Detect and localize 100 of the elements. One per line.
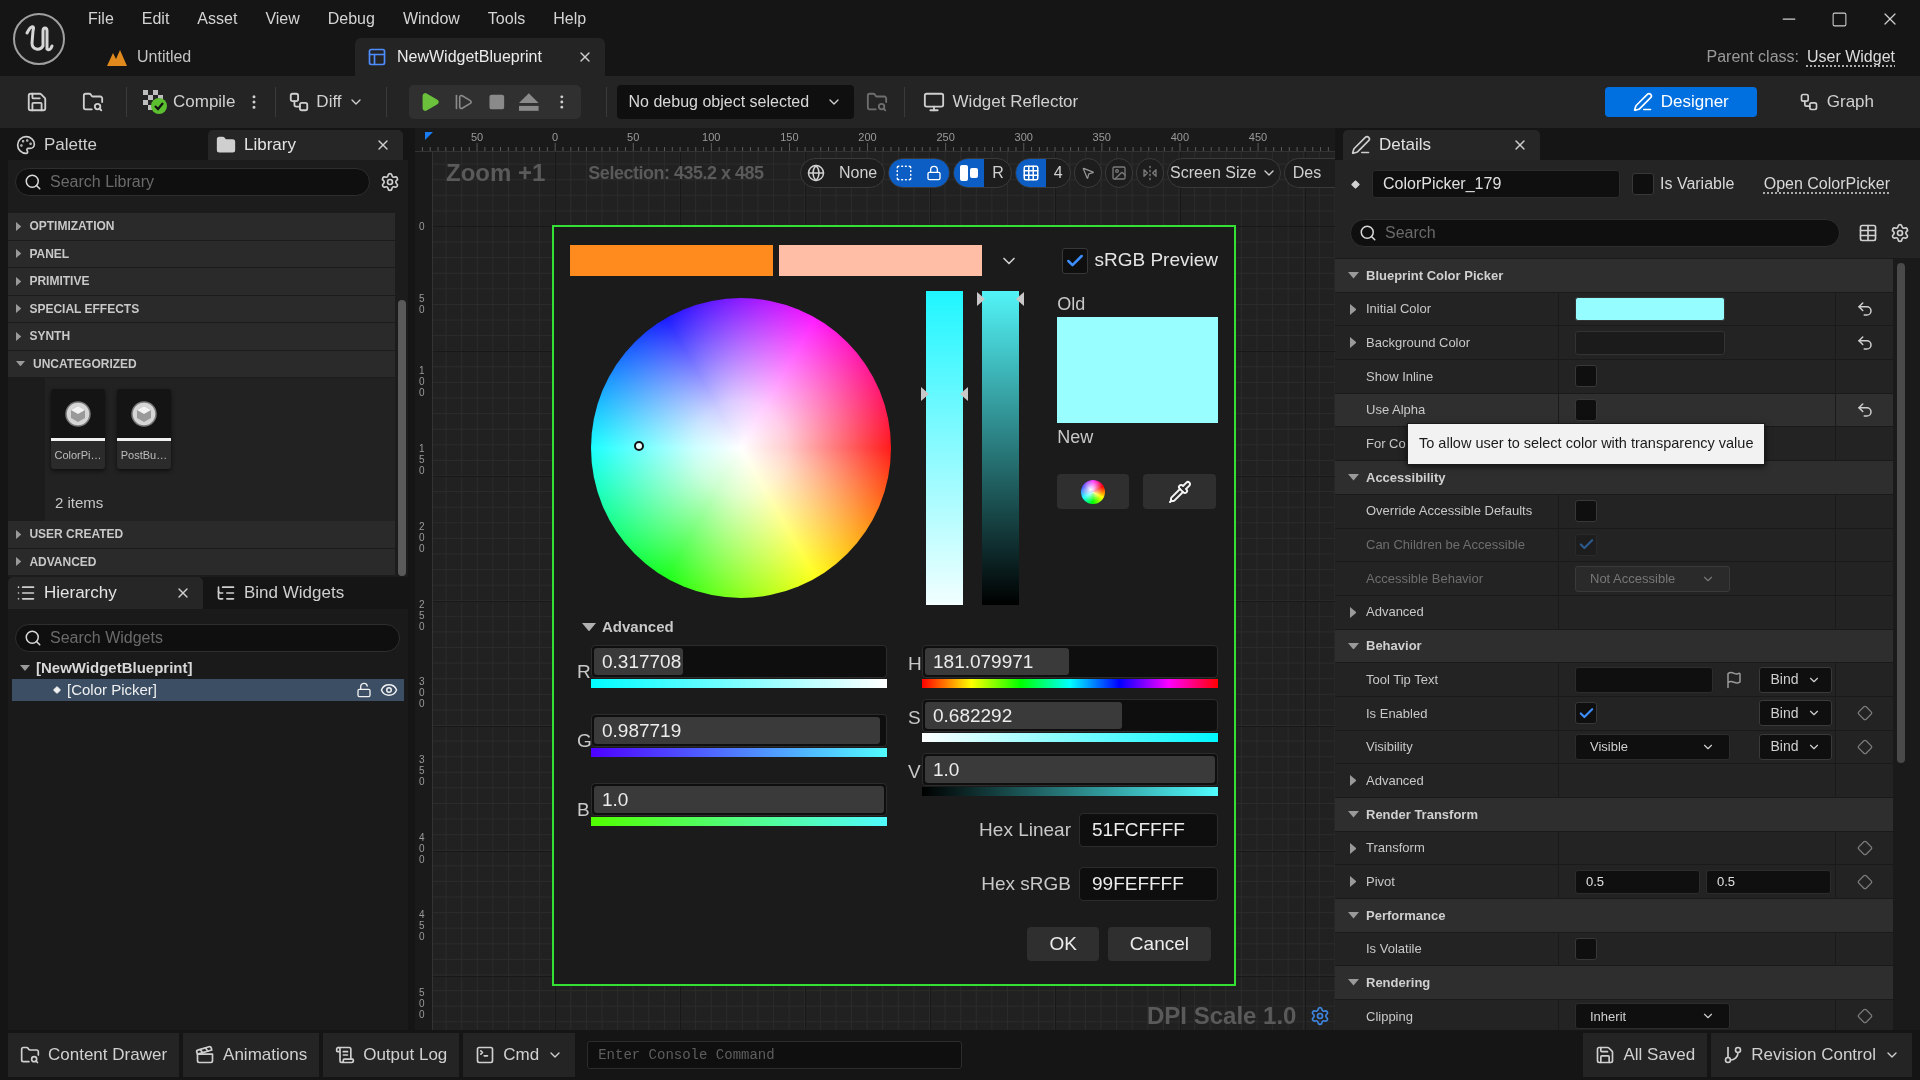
caret-icon[interactable]: [16, 249, 22, 259]
caret-icon[interactable]: [1349, 303, 1357, 315]
debug-object-dropdown[interactable]: No debug object selected: [616, 85, 854, 119]
stop-icon[interactable]: [487, 93, 506, 111]
toggle-button[interactable]: 4: [1045, 159, 1070, 187]
dialog-button[interactable]: OK: [1027, 927, 1099, 961]
slider-marker-icon[interactable]: [977, 292, 986, 306]
tree-item[interactable]: [Color Picker]: [12, 679, 404, 701]
toggle-button[interactable]: [954, 159, 985, 187]
compile-button[interactable]: Compile: [143, 85, 236, 119]
maximize-icon[interactable]: [1831, 10, 1848, 28]
bind-dropdown[interactable]: Bind: [1759, 700, 1832, 727]
step-forward-icon[interactable]: [454, 92, 474, 112]
text-input[interactable]: [1575, 666, 1713, 693]
number-input[interactable]: 0.5: [1575, 869, 1700, 894]
checkbox[interactable]: [1575, 500, 1597, 523]
document-tab[interactable]: Untitled: [95, 38, 345, 76]
caret-icon[interactable]: [1349, 337, 1357, 349]
caret-icon[interactable]: [16, 557, 22, 567]
circle-logo-icon[interactable]: [13, 13, 65, 65]
toggle-button[interactable]: R: [984, 159, 1011, 187]
caret-icon[interactable]: [16, 304, 22, 314]
category-header[interactable]: Rendering: [1335, 966, 1893, 1001]
category-header[interactable]: Behavior: [1335, 629, 1893, 664]
slider-marker-icon[interactable]: [960, 386, 969, 401]
eye-icon[interactable]: [380, 681, 398, 699]
number-field[interactable]: 0.682292: [922, 699, 1218, 732]
caret-icon[interactable]: [1347, 474, 1359, 481]
keyframe-diamond-icon[interactable]: [1856, 840, 1873, 857]
mode-tab[interactable]: Designer: [1604, 87, 1757, 117]
number-field[interactable]: 181.079971: [922, 645, 1218, 678]
caret-icon[interactable]: [1349, 842, 1357, 854]
unlock-icon[interactable]: [356, 682, 372, 698]
checkbox[interactable]: [1062, 247, 1089, 274]
menu-item[interactable]: Edit: [141, 7, 170, 31]
bind-dropdown[interactable]: Bind: [1759, 666, 1832, 693]
menu-item[interactable]: File: [88, 7, 114, 31]
reset-arrow-icon[interactable]: [1855, 333, 1874, 352]
caret-icon[interactable]: [1349, 876, 1357, 888]
checkbox[interactable]: [1575, 702, 1597, 725]
toggle-button[interactable]: None: [831, 159, 885, 187]
toggle-button[interactable]: [1135, 158, 1164, 188]
panel-tab[interactable]: Palette: [8, 130, 203, 160]
slider-marker-icon[interactable]: [1016, 292, 1025, 306]
color-swatch-icon[interactable]: [1575, 330, 1725, 355]
keyframe-diamond-icon[interactable]: [1856, 705, 1873, 722]
caret-icon[interactable]: [16, 276, 22, 286]
category-header[interactable]: Blueprint Color Picker: [1335, 259, 1893, 293]
color-swatch-icon[interactable]: [779, 245, 982, 276]
caret-icon[interactable]: [16, 221, 22, 231]
parent-class-link[interactable]: User Widget: [1806, 45, 1895, 69]
search-field[interactable]: Search: [1350, 219, 1840, 247]
reset-arrow-icon[interactable]: [1855, 300, 1874, 319]
color-wheel-button[interactable]: [1057, 474, 1130, 509]
search-field[interactable]: Search Library: [15, 168, 370, 196]
document-tab[interactable]: NewWidgetBlueprint: [355, 38, 605, 76]
menu-item[interactable]: Window: [402, 7, 460, 31]
number-input[interactable]: 0.5: [1706, 869, 1831, 894]
caret-icon[interactable]: [16, 331, 22, 341]
slider-marker-icon[interactable]: [921, 386, 930, 401]
caret-icon[interactable]: [1349, 606, 1357, 618]
number-field[interactable]: 1.0: [922, 753, 1218, 786]
menu-item[interactable]: View: [265, 7, 300, 31]
caret-icon[interactable]: [1347, 979, 1359, 987]
toggle-button[interactable]: [1073, 158, 1102, 188]
editor-link[interactable]: Open ColorPicker: [1763, 172, 1890, 196]
save-icon[interactable]: [26, 91, 48, 113]
toggle-button[interactable]: [889, 159, 920, 187]
color-swatch-icon[interactable]: [1575, 297, 1725, 322]
number-field[interactable]: 1.0: [591, 783, 887, 816]
widget-tile[interactable]: PostBu…: [117, 389, 171, 469]
number-field[interactable]: 0.317708: [591, 645, 887, 678]
category-header[interactable]: OPTIMIZATION: [8, 213, 395, 241]
status-bar-button[interactable]: Animations: [183, 1033, 320, 1077]
toggle-button[interactable]: [919, 159, 950, 187]
caret-icon[interactable]: [16, 361, 25, 367]
category-header[interactable]: Performance: [1335, 899, 1893, 933]
category-header[interactable]: SYNTH: [8, 323, 395, 351]
eject-icon[interactable]: [519, 93, 539, 111]
scrollbar[interactable]: [398, 300, 406, 576]
dropdown[interactable]: Screen Size: [1166, 158, 1281, 188]
panel-tab[interactable]: Library: [208, 130, 403, 160]
diff-button[interactable]: Diff: [288, 85, 364, 119]
eyedropper-button[interactable]: [1143, 474, 1217, 509]
category-header[interactable]: Accessibility: [1335, 461, 1893, 495]
folder-search-icon[interactable]: [82, 91, 104, 113]
keyframe-diamond-icon[interactable]: [1856, 738, 1873, 755]
flag-icon[interactable]: [1725, 670, 1743, 689]
panel-tab[interactable]: Hierarchy: [8, 577, 203, 609]
dropdown[interactable]: Inherit: [1575, 1003, 1730, 1030]
status-bar-button[interactable]: Revision Control: [1711, 1033, 1912, 1077]
status-bar-button[interactable]: Output Log: [323, 1033, 460, 1077]
category-header[interactable]: UNCATEGORIZED: [8, 350, 395, 378]
search-field[interactable]: Search Widgets: [15, 624, 400, 652]
scrollbar[interactable]: [1897, 263, 1905, 763]
panel-tab[interactable]: Bind Widgets: [208, 577, 403, 609]
section-toggle[interactable]: Advanced: [570, 618, 674, 636]
dialog-button[interactable]: Cancel: [1107, 927, 1211, 961]
checkbox[interactable]: [1632, 173, 1654, 195]
menu-item[interactable]: Debug: [327, 7, 375, 31]
